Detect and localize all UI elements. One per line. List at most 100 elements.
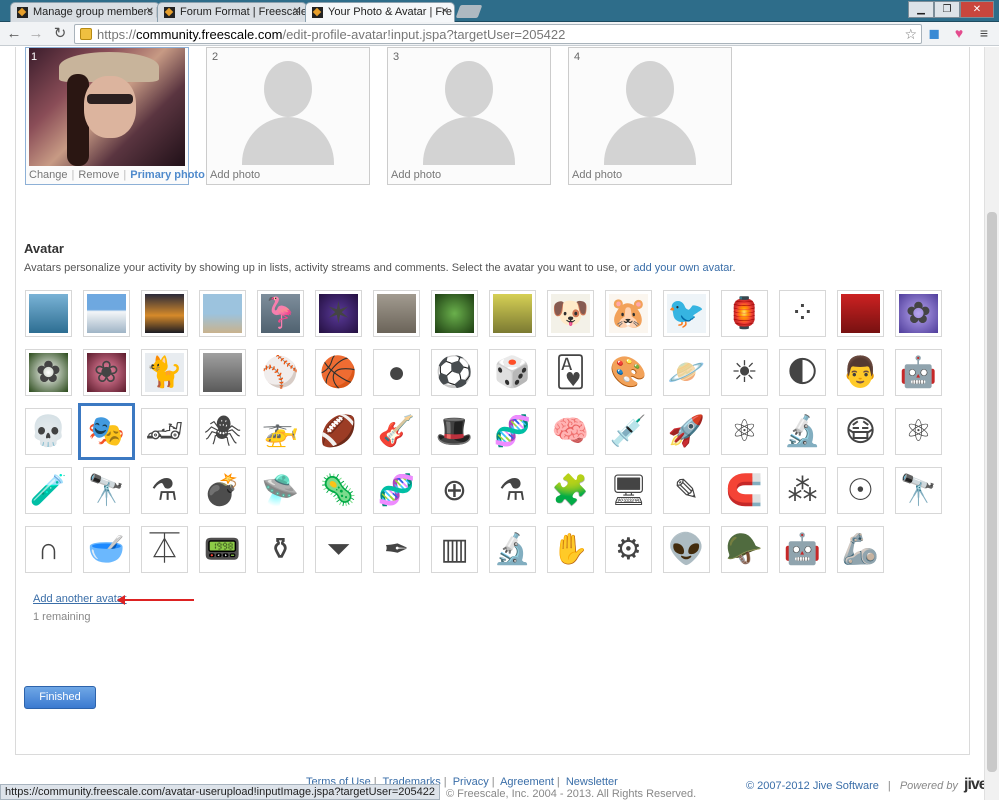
avatar-gull[interactable]: 🐦	[663, 290, 710, 337]
avatar-dots-pattern[interactable]: ⁘	[779, 290, 826, 337]
avatar-basketball[interactable]: 🏀	[315, 349, 362, 396]
avatar-molecule-color[interactable]: ⁂	[779, 467, 826, 514]
avatar-microscope[interactable]: 🔬	[779, 408, 826, 455]
remove-photo-link[interactable]: Remove	[78, 169, 119, 181]
avatar-rocket[interactable]: 🚀	[663, 408, 710, 455]
new-tab-button[interactable]	[455, 5, 483, 18]
avatar-robot-hand[interactable]: ✋	[547, 526, 594, 573]
avatar-football[interactable]: 🏈	[315, 408, 362, 455]
avatar-red-berries[interactable]	[837, 290, 884, 337]
jive-copyright-link[interactable]: © 2007-2012 Jive Software	[746, 780, 879, 792]
avatar-plus-minus[interactable]: ⊕	[431, 467, 478, 514]
avatar-professor[interactable]: 👨	[837, 349, 884, 396]
avatar-beach-child[interactable]	[199, 290, 246, 337]
close-tab-icon[interactable]: ✕	[146, 6, 154, 17]
change-photo-link[interactable]: Change	[29, 169, 68, 181]
avatar-virus[interactable]: 🦠	[315, 467, 362, 514]
avatar-flask-blue[interactable]: ⚗	[141, 467, 188, 514]
avatar-playing-card[interactable]: 🂱	[547, 349, 594, 396]
avatar-beakers[interactable]: ⚗	[489, 467, 536, 514]
restore-window-button[interactable]: ❐	[934, 1, 960, 18]
avatar-fedora[interactable]: 🎩	[431, 408, 478, 455]
avatar-ufo[interactable]: 🛸	[257, 467, 304, 514]
avatar-brain-gears[interactable]: 🧠	[547, 408, 594, 455]
avatar-funnel[interactable]: ⏷	[315, 526, 362, 573]
avatar-telescope[interactable]: 🔭	[83, 467, 130, 514]
forward-arrow-icon[interactable]: →	[26, 24, 46, 44]
avatar-microscope-outline[interactable]: 🔬	[489, 526, 536, 573]
avatar-magnet-ns[interactable]: ∩	[25, 526, 72, 573]
avatar-castle-door[interactable]	[373, 290, 420, 337]
avatar-dolphin[interactable]	[25, 290, 72, 337]
avatar-telescope-stand[interactable]: 🔭	[895, 467, 942, 514]
avatar-computer-lab[interactable]: 🖥	[605, 467, 652, 514]
avatar-robot-arms[interactable]: 🦾	[837, 526, 884, 573]
photo-slot-4[interactable]: 4 Add photo	[568, 47, 732, 185]
avatar-test-tubes[interactable]: 🧪	[25, 467, 72, 514]
close-window-button[interactable]: ✕	[960, 1, 994, 18]
agreement-link[interactable]: Agreement	[500, 776, 554, 788]
avatar-mortar-pestle[interactable]: 🥣	[83, 526, 130, 573]
avatar-flamingo[interactable]: 🦩	[257, 290, 304, 337]
avatar-mech-head[interactable]: 🪖	[721, 526, 768, 573]
avatar-helicopter[interactable]: 🚁	[257, 408, 304, 455]
avatar-bulldog[interactable]: 🐶	[547, 290, 594, 337]
add-photo-link[interactable]: Add photo	[210, 169, 260, 181]
close-tab-icon[interactable]: ✕	[441, 6, 449, 17]
photo-slot-3[interactable]: 3 Add photo	[387, 47, 551, 185]
address-bar[interactable]: https://community.freescale.com/edit-pro…	[74, 24, 922, 44]
avatar-planet[interactable]: 🪐	[663, 349, 710, 396]
avatar-dna-color[interactable]: 🧬	[373, 467, 420, 514]
avatar-solar-system[interactable]: ☉	[837, 467, 884, 514]
newsletter-link[interactable]: Newsletter	[566, 776, 618, 788]
avatar-robot-toy[interactable]: 🤖	[895, 349, 942, 396]
avatar-dropper[interactable]: 💉	[605, 408, 652, 455]
add-photo-link[interactable]: Add photo	[572, 169, 622, 181]
avatar-magnet[interactable]: 🧲	[721, 467, 768, 514]
privacy-link[interactable]: Privacy	[453, 776, 489, 788]
avatar-bomb[interactable]: 💣	[199, 467, 246, 514]
avatar-purple-flower[interactable]: ✿	[895, 290, 942, 337]
avatar-drama-masks[interactable]: 🎭	[78, 403, 135, 460]
vertical-scrollbar[interactable]	[984, 47, 999, 800]
scrollbar-thumb[interactable]	[987, 212, 997, 772]
avatar-test-rack[interactable]: ▥	[431, 526, 478, 573]
avatar-dropper-outline[interactable]: ✒	[373, 526, 420, 573]
menu-icon[interactable]: ≡	[976, 25, 992, 41]
avatar-lamp-post[interactable]: 🏮	[721, 290, 768, 337]
avatar-flask-outline[interactable]: ⏄	[141, 526, 188, 573]
close-tab-icon[interactable]: ✕	[293, 6, 301, 17]
avatar-gas-mask[interactable]: 😷	[837, 408, 884, 455]
browser-tab-forum-format[interactable]: Forum Format | Freescale ✕	[157, 2, 307, 22]
avatar-baseball[interactable]: ⚾	[257, 349, 304, 396]
avatar-gear-head[interactable]: ⚙	[605, 526, 652, 573]
bookmark-star-icon[interactable]: ☆	[904, 26, 917, 43]
avatar-skull[interactable]: 💀	[25, 408, 72, 455]
avatar-dna-strand[interactable]: 🧬	[489, 408, 536, 455]
photo-slot-2[interactable]: 2 Add photo	[206, 47, 370, 185]
avatar-bowling-ball[interactable]: ●	[373, 349, 420, 396]
avatar-robot-outline[interactable]: 🤖	[779, 526, 826, 573]
avatar-pink-rose[interactable]: ❀	[83, 349, 130, 396]
avatar-sun[interactable]: ☀	[721, 349, 768, 396]
avatar-moon[interactable]: 🌓	[779, 349, 826, 396]
photo-slot-1[interactable]: 1 Change | Remove | Primary photo	[25, 47, 205, 185]
avatar-black-cat[interactable]: 🐈	[141, 349, 188, 396]
avatar-car-yellow[interactable]	[489, 290, 536, 337]
browser-tab-your-photo-avatar[interactable]: Your Photo & Avatar | Fre ✕	[305, 2, 455, 22]
avatar-alien-head[interactable]: 👽	[663, 526, 710, 573]
avatar-mountain[interactable]	[83, 290, 130, 337]
back-arrow-icon[interactable]: ←	[4, 24, 24, 44]
avatar-guitar[interactable]: 🎸	[373, 408, 420, 455]
avatar-spider-robot[interactable]: 🕷	[199, 408, 246, 455]
avatar-pipette[interactable]: ✎	[663, 467, 710, 514]
avatar-monitor-outline[interactable]: 📟	[199, 526, 246, 573]
avatar-sunset[interactable]	[141, 290, 188, 337]
avatar-dice[interactable]: 🎲	[489, 349, 536, 396]
reload-icon[interactable]: ↻	[50, 24, 70, 44]
extension-icon[interactable]: ◼	[926, 25, 942, 41]
add-another-avatar-link[interactable]: Add another avatar	[33, 593, 127, 605]
avatar-race-car[interactable]: 🏎	[141, 408, 188, 455]
avatar-atom[interactable]: ⚛	[895, 408, 942, 455]
add-own-avatar-link[interactable]: add your own avatar	[633, 262, 732, 274]
